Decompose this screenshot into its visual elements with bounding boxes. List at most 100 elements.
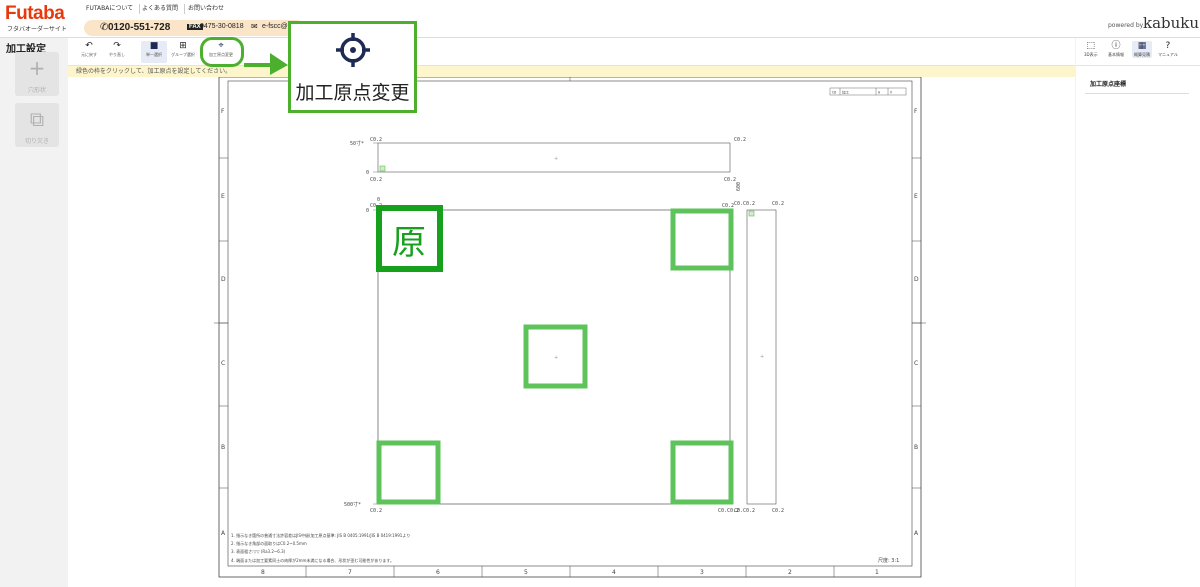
row-label-c-right: C [914,360,918,367]
title-block-a: A [878,91,881,95]
col-label-7: 7 [348,569,352,576]
row-label-d: D [221,276,226,283]
cutout-button[interactable]: ⧉ 切り欠き [15,103,59,147]
col-label-3: 3 [700,569,704,576]
redo-button[interactable]: ↷ やり直し [104,41,130,63]
mail-address[interactable]: e-fscc@ [262,23,288,30]
phone-number[interactable]: 0120-551-728 [108,22,170,33]
chamfer-label: C0.2 [722,203,734,209]
single-select-button[interactable]: ■ 単一選択 [141,41,167,63]
top-view: C0.2 C0.2 C0.2 C0.2 50寸* 0 + [350,137,746,183]
hole-shape-button[interactable]: + 穴形状 [15,52,59,96]
powered-by-text: powered by [1108,22,1144,29]
nav-contact[interactable]: お問い合わせ [182,4,230,14]
col-label-5: 5 [524,569,528,576]
info-icon: ⓘ [1111,41,1121,51]
title-block: CD 加工 A V [829,87,907,96]
row-label-f: F [221,108,225,115]
svg-text:+: + [554,156,558,162]
estimate-button[interactable]: ▦ 概算見積 [1132,41,1152,58]
row-label-d-right: D [914,276,919,283]
title-block-process: 加工 [842,90,850,95]
basic-info-button[interactable]: ⓘ 基本情報 [1108,41,1124,58]
title-block-cd: CD [832,91,836,95]
origin-button-highlight [200,37,244,67]
row-label-b-right: B [914,444,918,451]
row-label-a: A [221,530,226,537]
right-panel [1076,38,1200,587]
redo-label: やり直し [109,52,125,57]
scale-label: 尺度: 3:1 [878,557,899,564]
plus-icon: + [28,56,46,80]
drawing-canvas[interactable]: F E D C B A F E D C B A 8 7 6 5 4 3 2 1 … [68,77,1075,587]
single-select-icon: ■ [149,41,159,51]
drawing-frame [227,80,913,567]
chamfer-label: C0.2 [772,508,784,514]
chamfer-label: C0.2 [724,177,736,183]
group-select-icon: ⊞ [179,41,187,51]
basic-info-label: 基本情報 [1108,52,1124,57]
col-label-1: 1 [875,569,879,576]
col-label-2: 2 [788,569,792,576]
drawing-note: 2. 指示なき角部の面取りはC0.2~0.5mm [231,540,307,546]
origin-frame-bottom-right[interactable] [670,440,734,505]
group-select-label: グループ選択 [171,52,195,57]
mail-icon: ✉ [251,22,258,31]
dimension-zero: 0 [377,197,380,203]
3d-view-button[interactable]: ⬚ 3D表示 [1084,41,1098,58]
futaba-logo[interactable]: Futaba [5,3,65,25]
help-icon: ? [1165,41,1171,51]
manual-label: マニュアル [1158,52,1178,57]
dimension-500: 500寸* [344,501,361,508]
row-label-e-right: E [914,193,918,200]
origin-frame-top-right[interactable] [670,208,734,271]
group-select-button[interactable]: ⊞ グループ選択 [170,41,196,63]
undo-button[interactable]: ↶ 元に戻す [76,41,102,63]
chamfer-label: C0.2 [370,137,382,143]
kabuku-logo[interactable]: kabuku [1143,14,1199,32]
hole-shape-label: 穴形状 [27,87,46,94]
row-label-e: E [221,193,225,200]
cut-icon: ⧉ [29,107,45,131]
callout-arrow [244,53,288,75]
dimension-zero: 0 [366,208,369,214]
nav-faq[interactable]: よくある質問 [136,4,186,14]
drawing-note: 4. 端面または加工要素同士の肉厚が2mm未満になる場合、形状が歪む可能性があり… [231,557,394,563]
col-label-6: 6 [436,569,440,576]
dimension-zero: 0 [366,170,369,176]
single-select-label: 単一選択 [146,52,162,57]
chamfer-label: C0.C0.2 [734,508,755,514]
chamfer-label: C0.2 [370,508,382,514]
manual-button[interactable]: ? マニュアル [1158,41,1178,58]
divider [1085,93,1189,94]
row-label-f-right: F [914,108,918,115]
undo-icon: ↶ [85,41,93,51]
svg-text:+: + [760,354,764,360]
crosshair-target-icon [336,33,370,67]
chamfer-label: C0.2 [772,201,784,207]
dimension-50: 50寸* [350,140,364,147]
drawing-note: 1. 指示なき箇所の普通寸法許容差はJIS中級(加工原点基準: JIS B 04… [231,532,410,538]
3d-view-label: 3D表示 [1084,52,1098,57]
undo-label: 元に戻す [81,52,97,57]
drawing-note: 3. 表面粗さ:▽▽ (Ra3.2~6.3) [231,548,286,554]
callout-box: 加工原点変更 [288,21,417,113]
estimate-label: 概算見積 [1134,52,1150,57]
fax-number: 0475-30-0818 [200,23,244,30]
chamfer-label: C0.C0.2 [734,201,755,207]
chamfer-label: C0.2 [734,137,746,143]
dimension-600: 600 [736,182,742,191]
technical-drawing: F E D C B A F E D C B A 8 7 6 5 4 3 2 1 … [214,77,926,578]
origin-marker: 原 [392,223,426,263]
nav-about[interactable]: FUTABAについて [80,4,141,14]
row-label-b: B [221,444,225,451]
callout-label: 加工原点変更 [295,82,410,104]
svg-text:+: + [554,355,558,361]
origin-coordinates-title: 加工原点座標 [1090,81,1127,88]
cutout-label: 切り欠き [24,138,49,145]
col-label-4: 4 [612,569,616,576]
hint-banner: 緑色の枠をクリックして、加工原点を設定してください。 [68,66,1075,77]
origin-frame-bottom-left[interactable] [376,440,441,505]
3d-view-icon: ⬚ [1086,41,1096,51]
col-label-8: 8 [261,569,265,576]
